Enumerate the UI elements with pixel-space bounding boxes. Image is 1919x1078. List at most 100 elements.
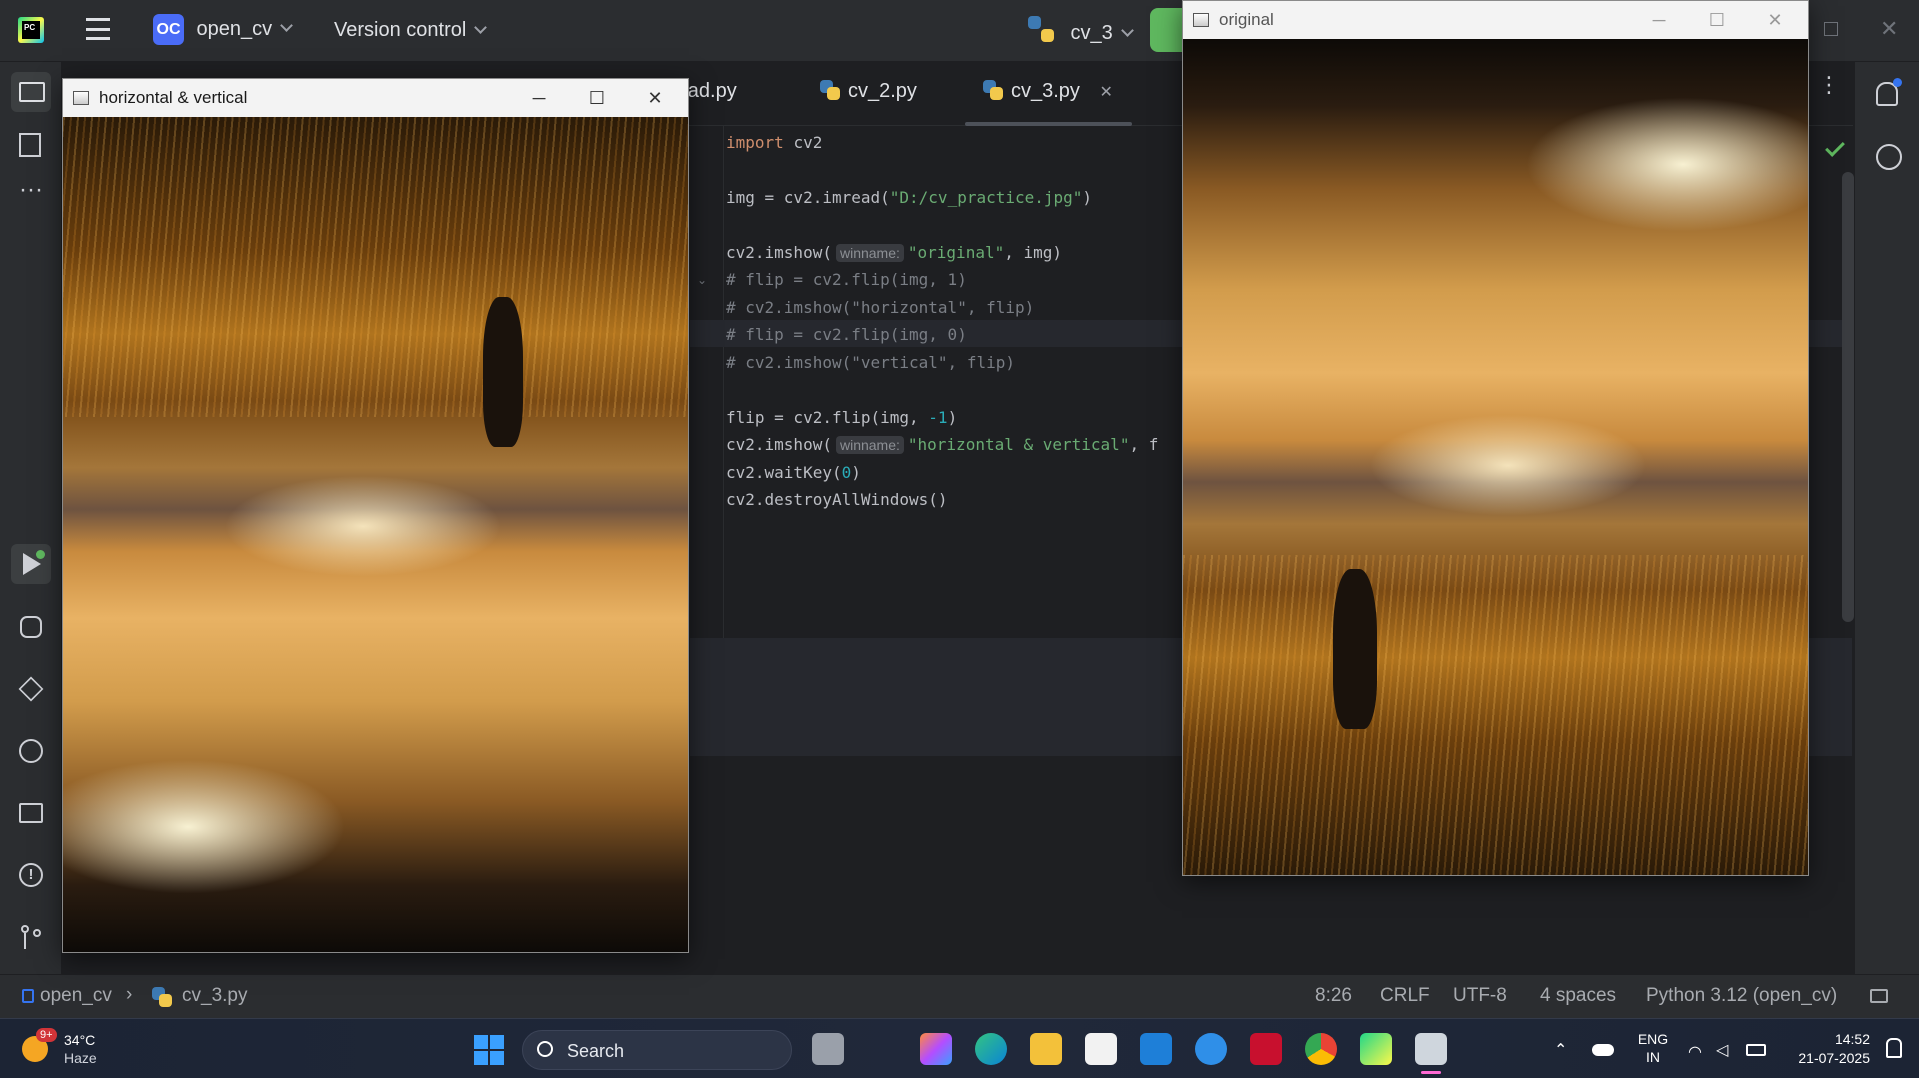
file-explorer-icon[interactable] bbox=[1030, 1033, 1062, 1065]
keyword: import bbox=[726, 133, 794, 152]
python-packages-icon[interactable] bbox=[11, 669, 51, 709]
close-icon[interactable]: ✕ bbox=[1880, 16, 1898, 42]
run-tool-icon[interactable] bbox=[11, 544, 51, 584]
flipped-image-window: horizontal & vertical ─ ☐ ✕ bbox=[62, 78, 689, 953]
ai-assistant-icon[interactable] bbox=[1876, 144, 1902, 170]
language-code: ENG bbox=[1637, 1031, 1669, 1047]
chrome-icon[interactable] bbox=[1305, 1033, 1337, 1065]
code-line-9[interactable]: # cv2.imshow("vertical", flip) bbox=[726, 353, 1015, 372]
git-icon[interactable] bbox=[11, 917, 51, 957]
weather-widget[interactable]: 9+ 34°C Haze bbox=[20, 1028, 110, 1070]
help-icon[interactable] bbox=[1195, 1033, 1227, 1065]
window-title-bar[interactable]: original ─ ☐ ✕ bbox=[1183, 1, 1808, 39]
problems-icon[interactable]: ! bbox=[11, 855, 51, 895]
python-console-icon[interactable] bbox=[11, 607, 51, 647]
parameter-hint: winname: bbox=[835, 436, 904, 454]
myhp-icon[interactable] bbox=[1140, 1033, 1172, 1065]
indent-setting[interactable]: 4 spaces bbox=[1540, 985, 1616, 1007]
code-line-3[interactable]: img = cv2.imread("D:/cv_practice.jpg") bbox=[726, 188, 1092, 207]
tab-cv3[interactable]: cv_3.py ✕ bbox=[983, 80, 1113, 103]
close-tab-icon[interactable]: ✕ bbox=[1100, 84, 1113, 101]
notification-center-icon[interactable] bbox=[1886, 1038, 1902, 1058]
code-text: , f bbox=[1129, 435, 1159, 454]
caret-position[interactable]: 8:26 bbox=[1315, 985, 1352, 1007]
code-text: ) bbox=[947, 408, 958, 427]
chevron-down-icon bbox=[474, 21, 488, 34]
code-line-8[interactable]: # flip = cv2.flip(img, 0) bbox=[726, 325, 967, 344]
wifi-icon[interactable]: ◠ bbox=[1688, 1042, 1702, 1062]
fold-icon[interactable]: ⌄ bbox=[697, 273, 707, 287]
terminal-icon[interactable] bbox=[11, 793, 51, 833]
parameter-hint: winname: bbox=[835, 244, 904, 262]
python-interpreter[interactable]: Python 3.12 (open_cv) bbox=[1646, 985, 1837, 1007]
breadcrumb-file[interactable]: cv_3.py bbox=[182, 985, 247, 1007]
pycharm-logo-icon[interactable]: PC bbox=[18, 17, 44, 43]
editor-scrollbar[interactable] bbox=[1842, 172, 1854, 622]
project-selector[interactable]: OC open_cv bbox=[153, 14, 293, 48]
task-view-icon[interactable] bbox=[812, 1033, 844, 1065]
code-text: ) bbox=[851, 463, 861, 482]
breadcrumb-separator-icon: › bbox=[126, 984, 133, 1005]
start-button[interactable] bbox=[474, 1035, 504, 1065]
more-tabs-icon[interactable]: ⋮ bbox=[1818, 74, 1840, 96]
person-silhouette bbox=[483, 297, 523, 447]
vcs-label: Version control bbox=[334, 19, 467, 41]
run-config-selector[interactable]: cv_3 bbox=[1028, 16, 1134, 45]
code-line-13[interactable]: cv2.waitKey(0) bbox=[726, 463, 861, 482]
minimize-icon[interactable]: ─ bbox=[525, 85, 553, 111]
services-icon[interactable] bbox=[11, 731, 51, 771]
vcs-menu[interactable]: Version control bbox=[334, 19, 488, 42]
close-icon[interactable]: ✕ bbox=[641, 85, 669, 111]
pycharm-taskbar-icon[interactable] bbox=[1360, 1033, 1392, 1065]
search-label: Search bbox=[567, 1041, 625, 1061]
battery-icon[interactable] bbox=[1746, 1044, 1766, 1056]
code-line-14[interactable]: cv2.destroyAllWindows() bbox=[726, 490, 948, 509]
notifications-icon[interactable] bbox=[1876, 78, 1902, 106]
code-number: 0 bbox=[841, 463, 852, 482]
code-text: cv2.imshow( bbox=[726, 243, 832, 262]
clock[interactable]: 14:52 21-07-2025 bbox=[1784, 1030, 1870, 1068]
code-line-12[interactable]: cv2.imshow(winname: "horizontal & vertica… bbox=[726, 435, 1158, 454]
close-icon[interactable]: ✕ bbox=[1761, 7, 1789, 33]
structure-tool-icon[interactable] bbox=[11, 125, 51, 165]
edge-icon[interactable] bbox=[975, 1033, 1007, 1065]
mcafee-icon[interactable] bbox=[1250, 1033, 1282, 1065]
original-image-window: original ─ ☐ ✕ bbox=[1182, 0, 1809, 876]
main-menu-icon[interactable] bbox=[86, 18, 110, 40]
code-line-11[interactable]: flip = cv2.flip(img, -1) bbox=[726, 408, 957, 427]
opencv-window-taskbar-icon[interactable] bbox=[1415, 1033, 1447, 1065]
restore-icon[interactable] bbox=[1824, 22, 1838, 36]
minimize-icon[interactable]: ─ bbox=[1645, 7, 1673, 33]
grass-texture bbox=[63, 117, 688, 417]
maximize-icon[interactable]: ☐ bbox=[583, 85, 611, 111]
code-line-5[interactable]: cv2.imshow(winname: "original", img) bbox=[726, 243, 1062, 262]
tray-overflow-icon[interactable]: ⌃ bbox=[1554, 1040, 1567, 1060]
tab-cv2[interactable]: cv_2.py bbox=[820, 80, 917, 103]
code-line-7[interactable]: # cv2.imshow("horizontal", flip) bbox=[726, 298, 1034, 317]
window-title-bar[interactable]: horizontal & vertical ─ ☐ ✕ bbox=[63, 79, 688, 117]
code-text: cv2.waitKey( bbox=[726, 463, 842, 482]
code-string: "horizontal & vertical" bbox=[907, 435, 1130, 454]
original-image bbox=[1183, 39, 1808, 875]
copilot-icon[interactable] bbox=[920, 1033, 952, 1065]
breadcrumb-project[interactable]: open_cv bbox=[40, 985, 112, 1007]
code-text: flip = cv2.flip(img, bbox=[726, 408, 929, 427]
region-code: IN bbox=[1646, 1049, 1660, 1065]
maximize-icon[interactable]: ☐ bbox=[1703, 7, 1731, 33]
code-line-1[interactable]: import cv2 bbox=[726, 133, 822, 152]
code-line-6[interactable]: # flip = cv2.flip(img, 1) bbox=[726, 270, 967, 289]
onedrive-icon[interactable] bbox=[1592, 1044, 1614, 1056]
code-number: -1 bbox=[928, 408, 948, 427]
weather-temp: 34°C bbox=[64, 1032, 96, 1048]
more-tools-icon[interactable]: ··· bbox=[11, 175, 51, 215]
lock-icon[interactable] bbox=[1870, 989, 1888, 1003]
tab-label: cv_2.py bbox=[848, 80, 917, 102]
store-icon[interactable] bbox=[1085, 1033, 1117, 1065]
file-encoding[interactable]: UTF-8 bbox=[1453, 985, 1507, 1007]
line-separator[interactable]: CRLF bbox=[1380, 985, 1430, 1007]
language-indicator[interactable]: ENG IN bbox=[1636, 1030, 1670, 1066]
project-name: open_cv bbox=[196, 18, 273, 40]
project-tool-icon[interactable] bbox=[11, 72, 51, 112]
volume-icon[interactable]: ◁ bbox=[1716, 1040, 1728, 1060]
taskbar-search[interactable]: Search bbox=[522, 1030, 792, 1070]
